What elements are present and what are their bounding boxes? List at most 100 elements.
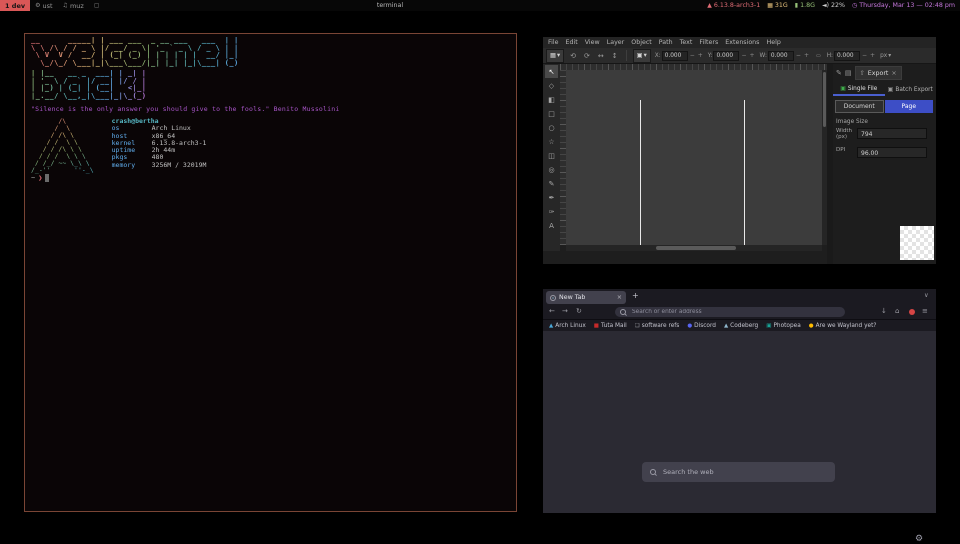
- new-tab-button[interactable]: +: [632, 291, 639, 300]
- active-tab[interactable]: New Tab ×: [546, 291, 626, 304]
- bookmark-are-we-wayland-yet[interactable]: ● Are we Wayland yet?: [809, 323, 877, 329]
- single-file-icon: ▣: [840, 85, 846, 92]
- address-input[interactable]: [630, 308, 814, 316]
- volume-value: 22%: [831, 2, 845, 9]
- export-dialog-tab[interactable]: ⇧ Export ×: [855, 66, 902, 80]
- rotate-ccw-icon[interactable]: ⟲: [568, 52, 578, 60]
- home-icon[interactable]: ⌂: [895, 307, 899, 315]
- menu-object[interactable]: Object: [631, 39, 652, 46]
- ram-module: ▦ 31G: [767, 2, 788, 9]
- bookmark-folder-software-refs[interactable]: ❏ software refs: [635, 323, 680, 329]
- menu-extensions[interactable]: Extensions: [725, 39, 759, 46]
- box3d-tool[interactable]: ◫: [545, 149, 558, 162]
- pencil-tool[interactable]: ✎: [545, 177, 558, 190]
- menu-text[interactable]: Text: [680, 39, 693, 46]
- w-field[interactable]: W: 0.000 − +: [760, 51, 810, 61]
- snap-menu-button[interactable]: ▣▾: [633, 49, 651, 63]
- text-tool[interactable]: A: [545, 219, 558, 232]
- clock-module: ◷ Thursday, Mar 13 — 02:48 pm: [852, 2, 955, 9]
- horizontal-scrollbar[interactable]: [566, 245, 822, 251]
- back-button[interactable]: ←: [549, 307, 555, 315]
- selection-mode-button[interactable]: ▦▾: [546, 49, 564, 63]
- reload-button[interactable]: ↻: [576, 307, 582, 315]
- grid-icon: ▦: [550, 52, 556, 59]
- flip-horizontal-icon[interactable]: ↔: [596, 52, 606, 60]
- menu-path[interactable]: Path: [659, 39, 673, 46]
- export-icon: ⇧: [860, 70, 865, 77]
- close-tab-icon[interactable]: ×: [617, 294, 622, 301]
- gear-icon[interactable]: ⚙: [915, 534, 923, 544]
- h-value[interactable]: 0.000: [834, 51, 860, 61]
- page-button[interactable]: Page: [885, 100, 934, 113]
- increment-button[interactable]: +: [697, 52, 704, 59]
- shell-prompt[interactable]: ~ ❯: [31, 174, 49, 182]
- increment-button[interactable]: +: [749, 52, 756, 59]
- x-value[interactable]: 0.000: [662, 51, 688, 61]
- y-value[interactable]: 0.000: [713, 51, 739, 61]
- decrement-button[interactable]: −: [689, 52, 696, 59]
- tuta-icon: ■: [594, 323, 599, 329]
- layers-icon[interactable]: ▤: [845, 69, 852, 77]
- tab-bar: New Tab × + ∨: [543, 289, 936, 305]
- address-bar[interactable]: [615, 307, 845, 317]
- terminal-window[interactable]: __ _____| | ___ ___ _ __ ___ ___ | | \ \…: [24, 33, 517, 512]
- bookmark-discord[interactable]: ● Discord: [687, 323, 716, 329]
- decrement-button[interactable]: −: [740, 52, 747, 59]
- menu-view[interactable]: View: [585, 39, 600, 46]
- workspace-muz[interactable]: ♫ muz: [58, 0, 89, 11]
- w-value[interactable]: 0.000: [768, 51, 794, 61]
- rectangle-tool[interactable]: □: [545, 107, 558, 120]
- increment-button[interactable]: +: [869, 52, 876, 59]
- star-tool[interactable]: ☆: [545, 135, 558, 148]
- spiral-tool[interactable]: ◎: [545, 163, 558, 176]
- bookmark-photopea[interactable]: ▣ Photopea: [766, 323, 801, 329]
- music-icon: ♫: [63, 2, 68, 9]
- workspace-dev[interactable]: 1 dev: [0, 0, 30, 11]
- h-field[interactable]: H: 0.000 − +: [827, 51, 876, 61]
- browser-window: New Tab × + ∨ ← → ↻ ↓ ⌂ ≡ ▲ Arch Linux ■…: [543, 289, 936, 513]
- x-field[interactable]: X: 0.000 − +: [655, 51, 704, 61]
- bookmark-arch-linux[interactable]: ▲ Arch Linux: [549, 323, 586, 329]
- calligraphy-tool[interactable]: ✑: [545, 205, 558, 218]
- forward-button[interactable]: →: [562, 307, 568, 315]
- downloads-icon[interactable]: ↓: [881, 307, 887, 315]
- width-input[interactable]: 794: [857, 128, 927, 139]
- increment-button[interactable]: +: [803, 52, 810, 59]
- close-icon[interactable]: ×: [891, 70, 896, 77]
- decrement-button[interactable]: −: [795, 52, 802, 59]
- document-button[interactable]: Document: [835, 100, 884, 113]
- menu-icon[interactable]: ≡: [922, 307, 928, 315]
- list-tabs-icon[interactable]: ∨: [924, 292, 929, 299]
- selector-tool[interactable]: ↖: [545, 65, 558, 78]
- ascii-banner-welcome: __ _____| | ___ ___ _ __ ___ ___ | | \ \…: [31, 37, 239, 67]
- y-field[interactable]: Y: 0.000 − +: [708, 51, 756, 61]
- decrement-button[interactable]: −: [861, 52, 868, 59]
- scrollbar-thumb[interactable]: [656, 246, 736, 250]
- menu-file[interactable]: File: [548, 39, 559, 46]
- volume-module[interactable]: ◄) 22%: [822, 2, 845, 9]
- pen-tool[interactable]: ✒: [545, 191, 558, 204]
- node-tool[interactable]: ◇: [545, 79, 558, 92]
- lock-ratio-icon[interactable]: ▭: [814, 53, 823, 59]
- menu-help[interactable]: Help: [766, 39, 780, 46]
- ellipse-tool[interactable]: ○: [545, 121, 558, 134]
- rotate-cw-icon[interactable]: ⟳: [582, 52, 592, 60]
- bookmark-tuta-mail[interactable]: ■ Tuta Mail: [594, 323, 627, 329]
- pencil-icon[interactable]: ✎: [836, 69, 842, 77]
- menu-layer[interactable]: Layer: [607, 39, 625, 46]
- web-search-box[interactable]: Search the web: [642, 462, 835, 482]
- workspace-ust[interactable]: ⚙ ust: [30, 0, 57, 11]
- scrollbar-thumb[interactable]: [823, 72, 826, 127]
- menu-filters[interactable]: Filters: [699, 39, 718, 46]
- flip-vertical-icon[interactable]: ↕: [610, 52, 620, 60]
- workspace-4[interactable]: ▢: [89, 0, 105, 11]
- extension-red-icon[interactable]: [909, 309, 915, 315]
- bookmark-codeberg[interactable]: ▲ Codeberg: [724, 323, 758, 329]
- drawing-canvas[interactable]: [566, 70, 822, 245]
- tab-batch-export[interactable]: ▣ Batch Export: [885, 83, 937, 96]
- tab-single-file[interactable]: ▣ Single File: [833, 83, 885, 96]
- shape-builder-tool[interactable]: ◧: [545, 93, 558, 106]
- menu-edit[interactable]: Edit: [566, 39, 578, 46]
- unit-selector[interactable]: px ▾: [880, 53, 891, 59]
- dpi-input[interactable]: 96.00: [857, 147, 927, 158]
